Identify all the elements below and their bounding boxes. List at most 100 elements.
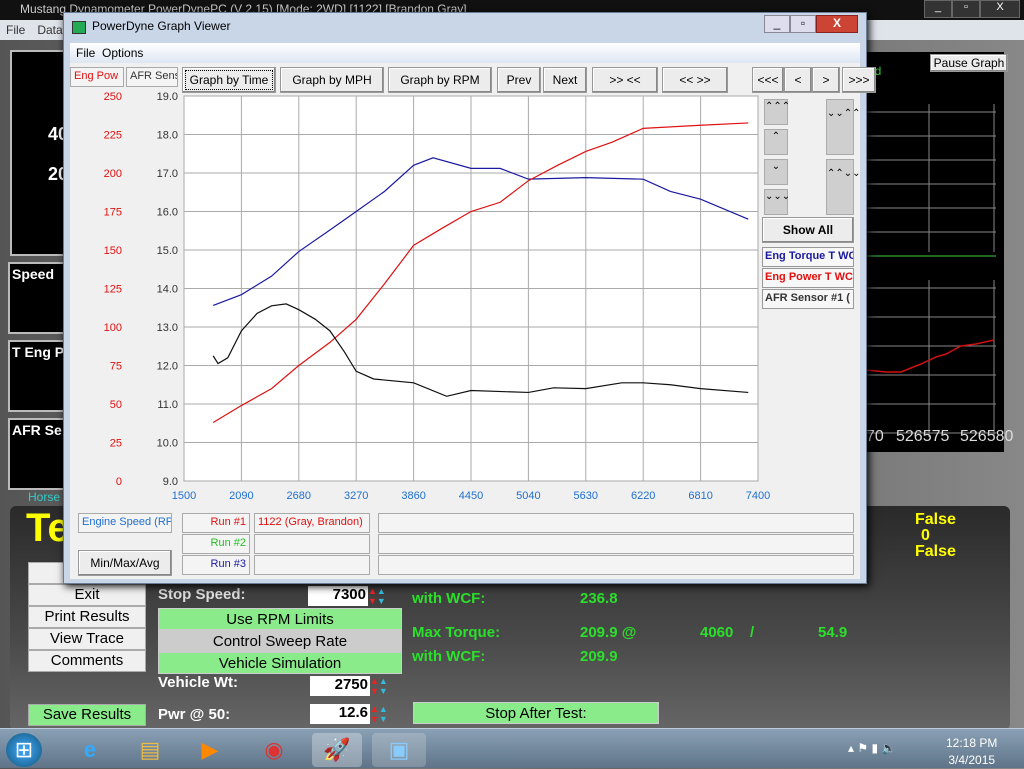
wcf-value: 209.9 xyxy=(580,648,618,665)
stop-after-test-button[interactable]: Stop After Test: xyxy=(413,702,659,724)
viewer-title: PowerDyne Graph Viewer xyxy=(92,19,231,33)
x-tick-label: 6810 xyxy=(688,490,712,502)
y-right-tick-label: 15.0 xyxy=(157,245,178,257)
y-left-tick-label: 25 xyxy=(110,438,122,450)
max-torque-value: 209.9 @ xyxy=(580,624,637,641)
x-axis-selector[interactable]: Engine Speed (RPM) xyxy=(78,513,172,533)
max-torque-mph: 54.9 xyxy=(818,624,848,641)
status-value: 0 xyxy=(921,527,930,544)
y-right-tick-label: 14.0 xyxy=(157,284,178,296)
print-results-button[interactable]: Print Results xyxy=(28,606,146,628)
vehicle-wt-input[interactable]: 2750 xyxy=(310,676,370,696)
control-sweep-rate-button[interactable]: Control Sweep Rate xyxy=(158,630,402,652)
pwr50-spinner[interactable]: ▲▲ ▼▼ xyxy=(370,704,398,724)
y-right-tick-label: 9.0 xyxy=(163,476,178,488)
viewer-close-button[interactable]: X xyxy=(816,15,858,33)
minimize-button[interactable]: _ xyxy=(924,0,952,18)
y-left-tick-label: 200 xyxy=(104,168,122,180)
chrome-icon[interactable]: ◉ xyxy=(256,733,292,767)
viewer-menu-bar: File Options xyxy=(70,43,860,63)
y-right-tick-label: 16.0 xyxy=(157,207,178,219)
viewer-minimize-button[interactable]: _ xyxy=(764,15,790,33)
clock-date[interactable]: 3/4/2015 xyxy=(946,752,997,769)
x-tick: 70 xyxy=(866,428,884,445)
start-button-icon[interactable]: ⊞ xyxy=(6,733,42,767)
x-tick-label: 2680 xyxy=(287,490,311,502)
ie-icon[interactable]: e xyxy=(72,733,108,767)
stop-speed-label: Stop Speed: xyxy=(158,586,246,603)
viewer-menu-file[interactable]: File xyxy=(76,46,95,60)
run-name[interactable] xyxy=(254,555,370,575)
wcf-value: 236.8 xyxy=(580,590,618,607)
live-graph-panel: Pause Graph ed 70 526575 526580 xyxy=(866,52,1013,452)
x-tick-label: 3860 xyxy=(401,490,425,502)
powerdyne-shuttle-icon[interactable]: 🚀 xyxy=(312,733,362,767)
graph-viewer-task-icon[interactable]: ▣ xyxy=(372,733,426,767)
exit-button[interactable]: Exit xyxy=(28,584,146,606)
viewer-menu-options[interactable]: Options xyxy=(102,46,143,60)
status-value: False xyxy=(915,543,956,560)
stop-speed-input[interactable]: 7300 xyxy=(308,586,368,606)
stop-speed-spinner[interactable]: ▲▲ ▼▼ xyxy=(368,586,396,606)
run-name[interactable]: 1122 (Gray, Brandon) xyxy=(254,513,370,533)
x-tick: 526575 xyxy=(896,428,950,445)
x-tick-label: 4450 xyxy=(459,490,483,502)
afr-panel: AFR Se xyxy=(8,418,70,490)
y-left-tick-label: 75 xyxy=(110,361,122,373)
y-left-tick-label: 100 xyxy=(104,322,122,334)
speed-panel: Speed xyxy=(8,262,70,334)
vehicle-wt-label: Vehicle Wt: xyxy=(158,674,239,691)
horsepower-label: Horse xyxy=(28,490,61,504)
use-rpm-limits-button[interactable]: Use RPM Limits xyxy=(158,608,402,630)
explorer-icon[interactable]: ▤ xyxy=(132,733,168,767)
run-notes[interactable] xyxy=(378,513,854,533)
taskbar: ⊞ e ▤ ▶ ◉ 🚀 ▣ ▴ ⚑ ▮ 🔈 12:18 PM 3/4/2015 xyxy=(0,728,1024,768)
y-left-tick-label: 0 xyxy=(116,476,122,488)
run-label: Run #3 xyxy=(182,555,250,575)
pwr50-input[interactable]: 12.6 xyxy=(310,704,370,724)
x-tick-label: 1500 xyxy=(172,490,196,502)
viewer-maximize-button[interactable]: ▫ xyxy=(790,15,816,33)
pwr50-label: Pwr @ 50: xyxy=(158,706,231,723)
x-tick: 526580 xyxy=(960,428,1014,445)
menu-data[interactable]: Data xyxy=(37,23,62,37)
min-max-avg-button[interactable]: Min/Max/Avg xyxy=(78,550,172,576)
panel-label: Speed xyxy=(12,266,55,282)
y-right-tick-label: 19.0 xyxy=(157,91,178,103)
wcf-label: with WCF: xyxy=(412,648,486,665)
vehicle-wt-spinner[interactable]: ▲▲ ▼▼ xyxy=(370,676,398,696)
maximize-button[interactable]: ▫ xyxy=(952,0,980,18)
graph-viewer-window: PowerDyne Graph Viewer _ ▫ X File Option… xyxy=(63,12,876,584)
y-left-tick-label: 150 xyxy=(104,245,122,257)
x-tick-label: 3270 xyxy=(344,490,368,502)
run-notes[interactable] xyxy=(378,534,854,554)
tray-icons[interactable]: ▴ ⚑ ▮ 🔈 xyxy=(848,741,896,755)
panel-label: AFR Se xyxy=(12,422,62,438)
run-name[interactable] xyxy=(254,534,370,554)
y-left-tick-label: 250 xyxy=(104,91,122,103)
dyno-chart: 1500 2090 2680 3270 3860 4450 5040 5630 6220 6810… xyxy=(104,91,771,502)
view-trace-button[interactable]: View Trace xyxy=(28,628,146,650)
status-value: False xyxy=(915,511,956,528)
x-tick-label: 5040 xyxy=(516,490,540,502)
y-left-tick-label: 125 xyxy=(104,284,122,296)
vehicle-simulation-button[interactable]: Vehicle Simulation xyxy=(158,652,402,674)
y-right-tick-label: 18.0 xyxy=(157,130,178,142)
app-icon xyxy=(72,21,86,34)
y-left-tick-label: 175 xyxy=(104,207,122,219)
y-left-tick-label: 50 xyxy=(110,399,122,411)
max-torque-rpm: 4060 xyxy=(700,624,734,641)
wcf-label: with WCF: xyxy=(412,590,486,607)
save-results-button[interactable]: Save Results xyxy=(28,704,146,726)
media-player-icon[interactable]: ▶ xyxy=(192,733,228,767)
run-label: Run #1 xyxy=(182,513,250,533)
y-right-tick-label: 17.0 xyxy=(157,168,178,180)
comments-button[interactable]: Comments xyxy=(28,650,146,672)
max-torque-label: Max Torque: xyxy=(412,624,501,641)
y-right-tick-label: 13.0 xyxy=(157,322,178,334)
run-notes[interactable] xyxy=(378,555,854,575)
x-tick-label: 7400 xyxy=(746,490,770,502)
clock-time[interactable]: 12:18 PM xyxy=(946,735,997,752)
menu-file[interactable]: File xyxy=(6,23,25,37)
close-button[interactable]: X xyxy=(980,0,1020,18)
